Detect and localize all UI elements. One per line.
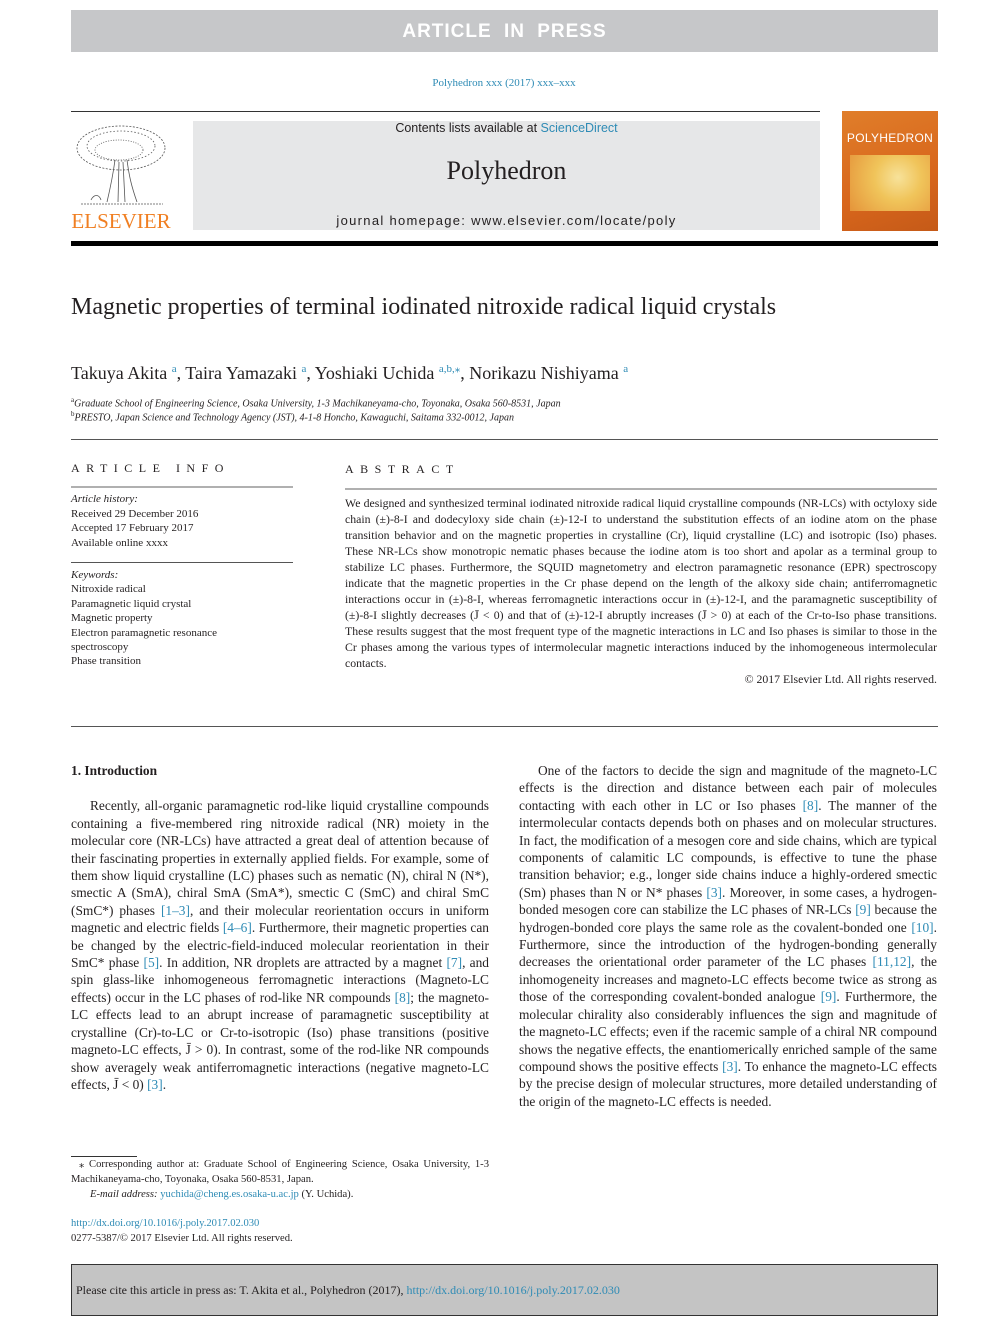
citation-doi-link[interactable]: http://dx.doi.org/10.1016/j.poly.2017.02…: [406, 1283, 619, 1297]
header-thick-rule: [71, 241, 938, 246]
abstract-panel: ABSTRACT We designed and synthesized ter…: [345, 461, 937, 687]
history-item: Available online xxxx: [71, 536, 168, 549]
cover-molecule-art: [850, 155, 930, 211]
doi-link[interactable]: http://dx.doi.org/10.1016/j.poly.2017.02…: [71, 1218, 259, 1229]
abstract-divider: [71, 726, 938, 727]
reference-link[interactable]: [11,12]: [873, 954, 912, 969]
author-name[interactable]: Yoshiaki Uchida: [315, 363, 435, 383]
issn-copyright: 0277-5387/© 2017 Elsevier Ltd. All right…: [71, 1233, 293, 1244]
keywords-label: Keywords:: [71, 569, 119, 582]
abstract-text: We designed and synthesized terminal iod…: [345, 496, 937, 670]
abstract-copyright: © 2017 Elsevier Ltd. All rights reserved…: [744, 672, 937, 686]
contents-prefix: Contents lists available at: [395, 121, 541, 135]
paragraph-text: ; the magneto-LC effects lead to an abru…: [71, 989, 489, 1092]
author-affiliation-marker[interactable]: a,b,⁎: [439, 363, 460, 375]
email-label: E-mail address:: [90, 1189, 161, 1200]
affiliation: aGraduate School of Engineering Science,…: [71, 396, 561, 409]
reference-link[interactable]: [4–6]: [223, 920, 252, 935]
author-name[interactable]: Taira Yamazaki: [185, 363, 297, 383]
citation-prefix: Please cite this article in press as: T.…: [76, 1283, 407, 1297]
author-affiliation-marker[interactable]: a: [302, 363, 307, 375]
email-link[interactable]: yuchida@cheng.es.osaka-u.ac.jp: [160, 1189, 299, 1200]
keyword-item: Electron paramagnetic resonance: [71, 626, 217, 639]
corresponding-author-footnote: ⁎ Corresponding author at: Graduate Scho…: [71, 1157, 489, 1202]
author-name[interactable]: Norikazu Nishiyama: [469, 363, 618, 383]
journal-name: Polyhedron: [446, 156, 567, 185]
divider: [345, 488, 937, 490]
history-item: Accepted 17 February 2017: [71, 522, 194, 535]
affiliation-divider: [71, 439, 938, 440]
history-item: Received 29 December 2016: [71, 507, 199, 520]
cover-title: POLYHEDRON: [846, 131, 934, 145]
journal-reference-link[interactable]: Polyhedron xxx (2017) xxx–xxx: [0, 77, 992, 89]
paragraph-text: Recently, all-organic paramagnetic rod-l…: [71, 798, 489, 918]
divider: [71, 562, 293, 564]
paragraph: One of the factors to decide the sign an…: [519, 762, 937, 1110]
elsevier-tree-logo-icon[interactable]: [71, 120, 171, 210]
keyword-item: Phase transition: [71, 655, 141, 668]
body-column-right: One of the factors to decide the sign an…: [519, 762, 937, 1110]
reference-link[interactable]: [8]: [803, 798, 819, 813]
email-suffix: (Y. Uchida).: [298, 1189, 354, 1200]
author-name[interactable]: Takuya Akita: [71, 363, 167, 383]
keyword-item: Nitroxide radical: [71, 583, 146, 596]
paragraph-text: . In addition, NR droplets are attracted…: [159, 955, 447, 971]
reference-link[interactable]: [3]: [722, 1059, 738, 1074]
elsevier-wordmark[interactable]: ELSEVIER: [71, 209, 171, 234]
affiliation: bPRESTO, Japan Science and Technology Ag…: [71, 410, 514, 423]
author-affiliation-marker[interactable]: a: [172, 363, 177, 375]
journal-cover-image[interactable]: POLYHEDRON: [842, 111, 938, 231]
divider: [71, 486, 293, 489]
article-info-panel: ARTICLE INFO Article history: Received 2…: [71, 461, 293, 669]
contents-line: Contents lists available at ScienceDirec…: [193, 121, 820, 135]
reference-link[interactable]: [3]: [706, 885, 722, 900]
author-affiliation-marker[interactable]: a: [623, 363, 628, 375]
reference-link[interactable]: [9]: [821, 989, 837, 1004]
citation-box: Please cite this article in press as: T.…: [71, 1264, 938, 1316]
history-label: Article history:: [71, 493, 138, 506]
reference-link[interactable]: [8]: [395, 990, 411, 1005]
keyword-item: spectroscopy: [71, 641, 129, 654]
affiliation-text: PRESTO, Japan Science and Technology Age…: [74, 412, 514, 424]
article-info-heading: ARTICLE INFO: [71, 461, 230, 475]
reference-link[interactable]: [1–3]: [161, 903, 190, 918]
corresponding-note: ⁎ Corresponding author at: Graduate Scho…: [71, 1159, 489, 1185]
author-list: Takuya Akita a, Taira Yamazaki a, Yoshia…: [71, 363, 629, 383]
doi-block: http://dx.doi.org/10.1016/j.poly.2017.02…: [71, 1216, 489, 1246]
reference-link[interactable]: [7]: [446, 955, 462, 970]
keyword-item: Magnetic property: [71, 612, 153, 625]
body-column-left: 1. Introduction Recently, all-organic pa…: [71, 762, 489, 1093]
header-top-rule: [71, 111, 820, 112]
section-heading: 1. Introduction: [71, 763, 158, 778]
reference-link[interactable]: [3]: [147, 1077, 163, 1092]
sciencedirect-link[interactable]: ScienceDirect: [541, 121, 618, 135]
reference-link[interactable]: [10]: [911, 920, 933, 935]
reference-link[interactable]: [9]: [855, 902, 871, 917]
keyword-item: Paramagnetic liquid crystal: [71, 597, 192, 610]
article-in-press-banner: ARTICLE IN PRESS: [71, 10, 938, 52]
reference-link[interactable]: [5]: [144, 955, 160, 970]
affiliation-text: Graduate School of Engineering Science, …: [74, 398, 561, 410]
journal-homepage[interactable]: journal homepage: www.elsevier.com/locat…: [193, 213, 820, 228]
paragraph: Recently, all-organic paramagnetic rod-l…: [71, 797, 489, 1093]
paragraph-text: .: [162, 1076, 167, 1092]
article-title: Magnetic properties of terminal iodinate…: [71, 294, 777, 320]
abstract-heading: ABSTRACT: [345, 462, 460, 476]
